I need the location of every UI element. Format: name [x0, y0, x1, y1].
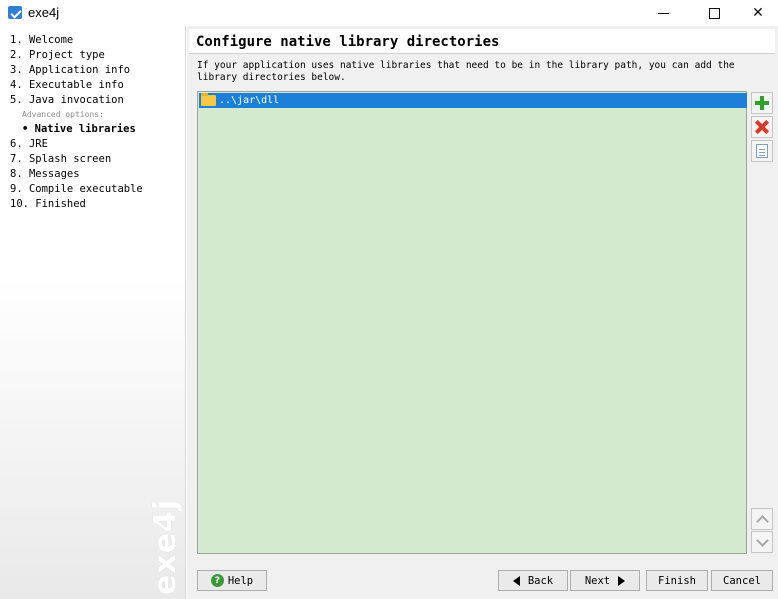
step-application-info: 3. Application info [10, 64, 131, 76]
add-directory-button[interactable] [751, 92, 773, 114]
arrow-right-icon [618, 575, 626, 586]
step-welcome: 1. Welcome [10, 34, 74, 46]
advanced-options-label: Advanced options: [22, 110, 104, 119]
step-native-libraries: • Native libraries [22, 123, 136, 135]
move-down-icon [755, 533, 769, 547]
step-jre: 6. JRE [10, 138, 48, 150]
step-list: 1. Welcome 2. Project type 3. Applicatio… [10, 33, 143, 212]
remove-icon [755, 120, 769, 134]
page-description: If your application uses native librarie… [197, 60, 735, 83]
step-project-type: 2. Project type [10, 49, 105, 61]
minimize-icon [657, 12, 669, 14]
step-messages: 8. Messages [10, 168, 80, 180]
move-up-button[interactable] [751, 508, 773, 530]
maximize-button[interactable] [691, 0, 737, 26]
next-label: Next [584, 574, 611, 587]
folder-icon [201, 93, 216, 106]
cancel-label: Cancel [723, 574, 761, 587]
window-title: exe4j [28, 5, 60, 20]
step-splash-screen: 7. Splash screen [10, 153, 112, 165]
edit-icon [756, 144, 768, 158]
title-bar[interactable]: exe4j ✕ [0, 0, 778, 26]
step-compile-executable: 9. Compile executable [10, 183, 143, 195]
close-button[interactable]: ✕ [735, 0, 778, 26]
step-finished: 10. Finished [10, 198, 86, 210]
help-button[interactable]: ? Help [197, 570, 267, 591]
page-title: Configure native library directories [196, 34, 500, 50]
exe4j-app-icon [8, 6, 22, 19]
add-icon [755, 96, 769, 110]
arrow-left-icon [512, 575, 520, 586]
maximize-icon [708, 7, 720, 19]
help-label: Help [227, 574, 254, 587]
remove-directory-button[interactable] [751, 116, 773, 138]
list-item[interactable]: ..\jar\dll [199, 93, 747, 108]
help-icon: ? [210, 574, 224, 587]
move-up-icon [755, 514, 769, 528]
minimize-button[interactable] [640, 0, 686, 26]
finish-label: Finish [658, 574, 696, 587]
close-icon: ✕ [752, 5, 764, 21]
back-label: Back [527, 574, 554, 587]
watermark-text: exe4j [148, 498, 183, 595]
next-button[interactable]: Next [570, 570, 640, 591]
back-button[interactable]: Back [498, 570, 568, 591]
main-panel: Configure native library directories If … [187, 26, 778, 599]
wizard-sidebar: 1. Welcome 2. Project type 3. Applicatio… [0, 26, 186, 599]
edit-directory-button[interactable] [751, 140, 773, 162]
list-item-label: ..\jar\dll [219, 95, 280, 106]
library-directory-list[interactable]: ..\jar\dll [197, 91, 747, 554]
step-java-invocation: 5. Java invocation [10, 94, 124, 106]
finish-button[interactable]: Finish [646, 570, 708, 591]
move-down-button[interactable] [751, 531, 773, 553]
cancel-button[interactable]: Cancel [711, 570, 773, 591]
step-executable-info: 4. Executable info [10, 79, 124, 91]
exe4j-watermark: exe4j [146, 487, 183, 597]
page-header: Configure native library directories [189, 29, 775, 54]
